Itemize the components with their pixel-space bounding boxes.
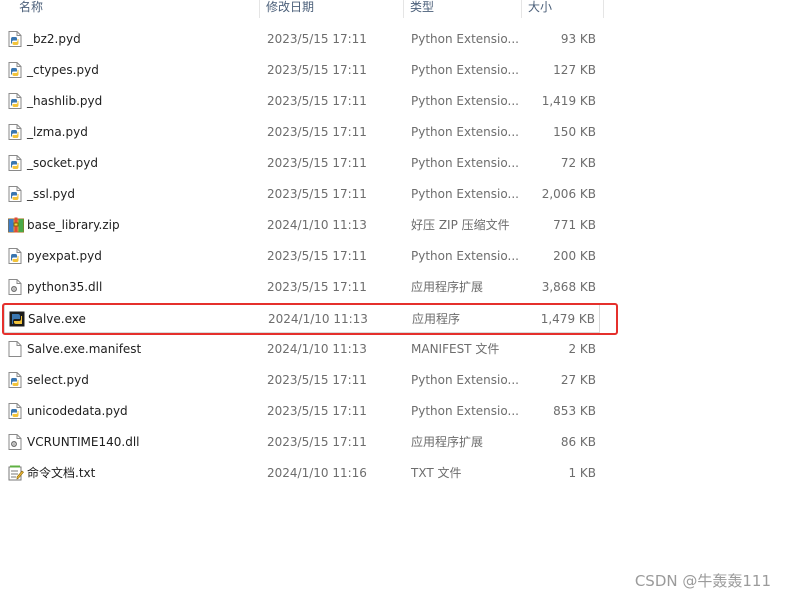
file-type: Python Extensio...: [411, 404, 519, 418]
python-file-icon: [8, 403, 22, 419]
file-name: select.pyd: [27, 373, 89, 387]
file-row[interactable]: select.pyd 2023/5/15 17:11 Python Extensio…: [4, 365, 600, 395]
column-header-size[interactable]: 大小: [524, 0, 604, 18]
python-file-icon: [8, 31, 22, 47]
file-type: 应用程序扩展: [411, 435, 484, 449]
file-name: 命令文档.txt: [27, 466, 96, 480]
file-type: MANIFEST 文件: [411, 342, 500, 356]
file-type: TXT 文件: [411, 466, 462, 480]
file-date-modified: 2024/1/10 11:16: [267, 466, 367, 480]
file-size: 1 KB: [568, 466, 596, 480]
python-file-icon: [8, 186, 22, 202]
file-row[interactable]: pyexpat.pyd 2023/5/15 17:11 Python Extensi…: [4, 241, 600, 271]
text-file-icon: [8, 465, 24, 481]
file-size: 2 KB: [568, 342, 596, 356]
file-date-modified: 2023/5/15 17:11: [267, 404, 367, 418]
file-size: 150 KB: [553, 125, 596, 139]
file-size: 3,868 KB: [541, 280, 596, 294]
file-date-modified: 2023/5/15 17:11: [267, 187, 367, 201]
column-header-date[interactable]: 修改日期: [262, 0, 404, 18]
file-name: _lzma.pyd: [27, 125, 88, 139]
file-name: Salve.exe.manifest: [27, 342, 142, 356]
file-size: 771 KB: [553, 218, 596, 232]
python-file-icon: [8, 155, 22, 171]
file-row[interactable]: _socket.pyd 2023/5/15 17:11 Python Extensi…: [4, 148, 600, 178]
file-date-modified: 2023/5/15 17:11: [267, 156, 367, 170]
file-type: 好压 ZIP 压缩文件: [411, 218, 510, 232]
dll-file-icon: [8, 279, 22, 295]
file-date-modified: 2024/1/10 11:13: [267, 342, 367, 356]
file-row[interactable]: 命令文档.txt 2024/1/10 11:16 TXT 文件 1 KB: [4, 458, 600, 488]
file-row[interactable]: unicodedata.pyd 2023/5/15 17:11 Python Ext…: [4, 396, 600, 426]
file-row[interactable]: Salve.exe.manifest 2024/1/10 11:13 MANIFES…: [4, 334, 600, 364]
file-name: _socket.pyd: [27, 156, 98, 170]
dll-file-icon: [8, 434, 22, 450]
file-name: python35.dll: [27, 280, 103, 294]
file-type: Python Extensio...: [411, 249, 519, 263]
file-size: 200 KB: [553, 249, 596, 263]
file-name: _bz2.pyd: [27, 32, 81, 46]
file-name: pyexpat.pyd: [27, 249, 102, 263]
column-header-bar: 名称 修改日期 类型 大小: [0, 0, 786, 19]
python-file-icon: [8, 124, 22, 140]
file-row[interactable]: _ssl.pyd 2023/5/15 17:11 Python Extensio..…: [4, 179, 600, 209]
file-name: unicodedata.pyd: [27, 404, 128, 418]
file-size: 2,006 KB: [541, 187, 596, 201]
file-name: base_library.zip: [27, 218, 120, 232]
file-date-modified: 2023/5/15 17:11: [267, 373, 367, 387]
file-type: 应用程序扩展: [411, 280, 484, 294]
file-date-modified: 2023/5/15 17:11: [267, 280, 367, 294]
python-file-icon: [8, 93, 22, 109]
file-date-modified: 2023/5/15 17:11: [267, 125, 367, 139]
file-date-modified: 2023/5/15 17:11: [267, 94, 367, 108]
file-type: Python Extensio...: [411, 156, 519, 170]
file-row[interactable]: _hashlib.pyd 2023/5/15 17:11 Python Extens…: [4, 86, 600, 116]
python-file-icon: [8, 372, 22, 388]
python-file-icon: [8, 248, 22, 264]
python-file-icon: [8, 62, 22, 78]
watermark: CSDN @牛轰轰111: [634, 572, 771, 590]
file-date-modified: 2024/1/10 11:13: [267, 218, 367, 232]
file-row[interactable]: _ctypes.pyd 2023/5/15 17:11 Python Extensi…: [4, 55, 600, 85]
file-row[interactable]: _bz2.pyd 2023/5/15 17:11 Python Extensio..…: [4, 24, 600, 54]
column-header-type[interactable]: 类型: [406, 0, 522, 18]
file-row[interactable]: base_library.zip 2024/1/10 11:13 好压 ZIP 压缩…: [4, 210, 600, 240]
file-name: _ctypes.pyd: [27, 63, 99, 77]
annotation-highlight-box: [2, 303, 618, 335]
file-size: 86 KB: [560, 435, 596, 449]
file-date-modified: 2023/5/15 17:11: [267, 32, 367, 46]
file-size: 853 KB: [553, 404, 596, 418]
column-header-name[interactable]: 名称: [15, 0, 260, 18]
file-date-modified: 2023/5/15 17:11: [267, 435, 367, 449]
file-row[interactable]: VCRUNTIME140.dll 2023/5/15 17:11 应用程序扩展 86 …: [4, 427, 600, 457]
file-type: Python Extensio...: [411, 373, 519, 387]
file-size: 127 KB: [553, 63, 596, 77]
file-row[interactable]: python35.dll 2023/5/15 17:11 应用程序扩展 3,868 K…: [4, 272, 600, 302]
file-size: 93 KB: [560, 32, 596, 46]
file-name: VCRUNTIME140.dll: [27, 435, 140, 449]
file-row[interactable]: _lzma.pyd 2023/5/15 17:11 Python Extensio.…: [4, 117, 600, 147]
file-type: Python Extensio...: [411, 63, 519, 77]
blank-file-icon: [8, 341, 22, 357]
file-name: _hashlib.pyd: [27, 94, 103, 108]
file-type: Python Extensio...: [411, 32, 519, 46]
file-type: Python Extensio...: [411, 125, 519, 139]
file-type: Python Extensio...: [411, 94, 519, 108]
file-type: Python Extensio...: [411, 187, 519, 201]
file-size: 27 KB: [560, 373, 596, 387]
file-date-modified: 2023/5/15 17:11: [267, 63, 367, 77]
file-date-modified: 2023/5/15 17:11: [267, 249, 367, 263]
zip-archive-icon: [8, 217, 24, 233]
file-size: 1,419 KB: [541, 94, 596, 108]
file-size: 72 KB: [560, 156, 596, 170]
file-name: _ssl.pyd: [27, 187, 75, 201]
